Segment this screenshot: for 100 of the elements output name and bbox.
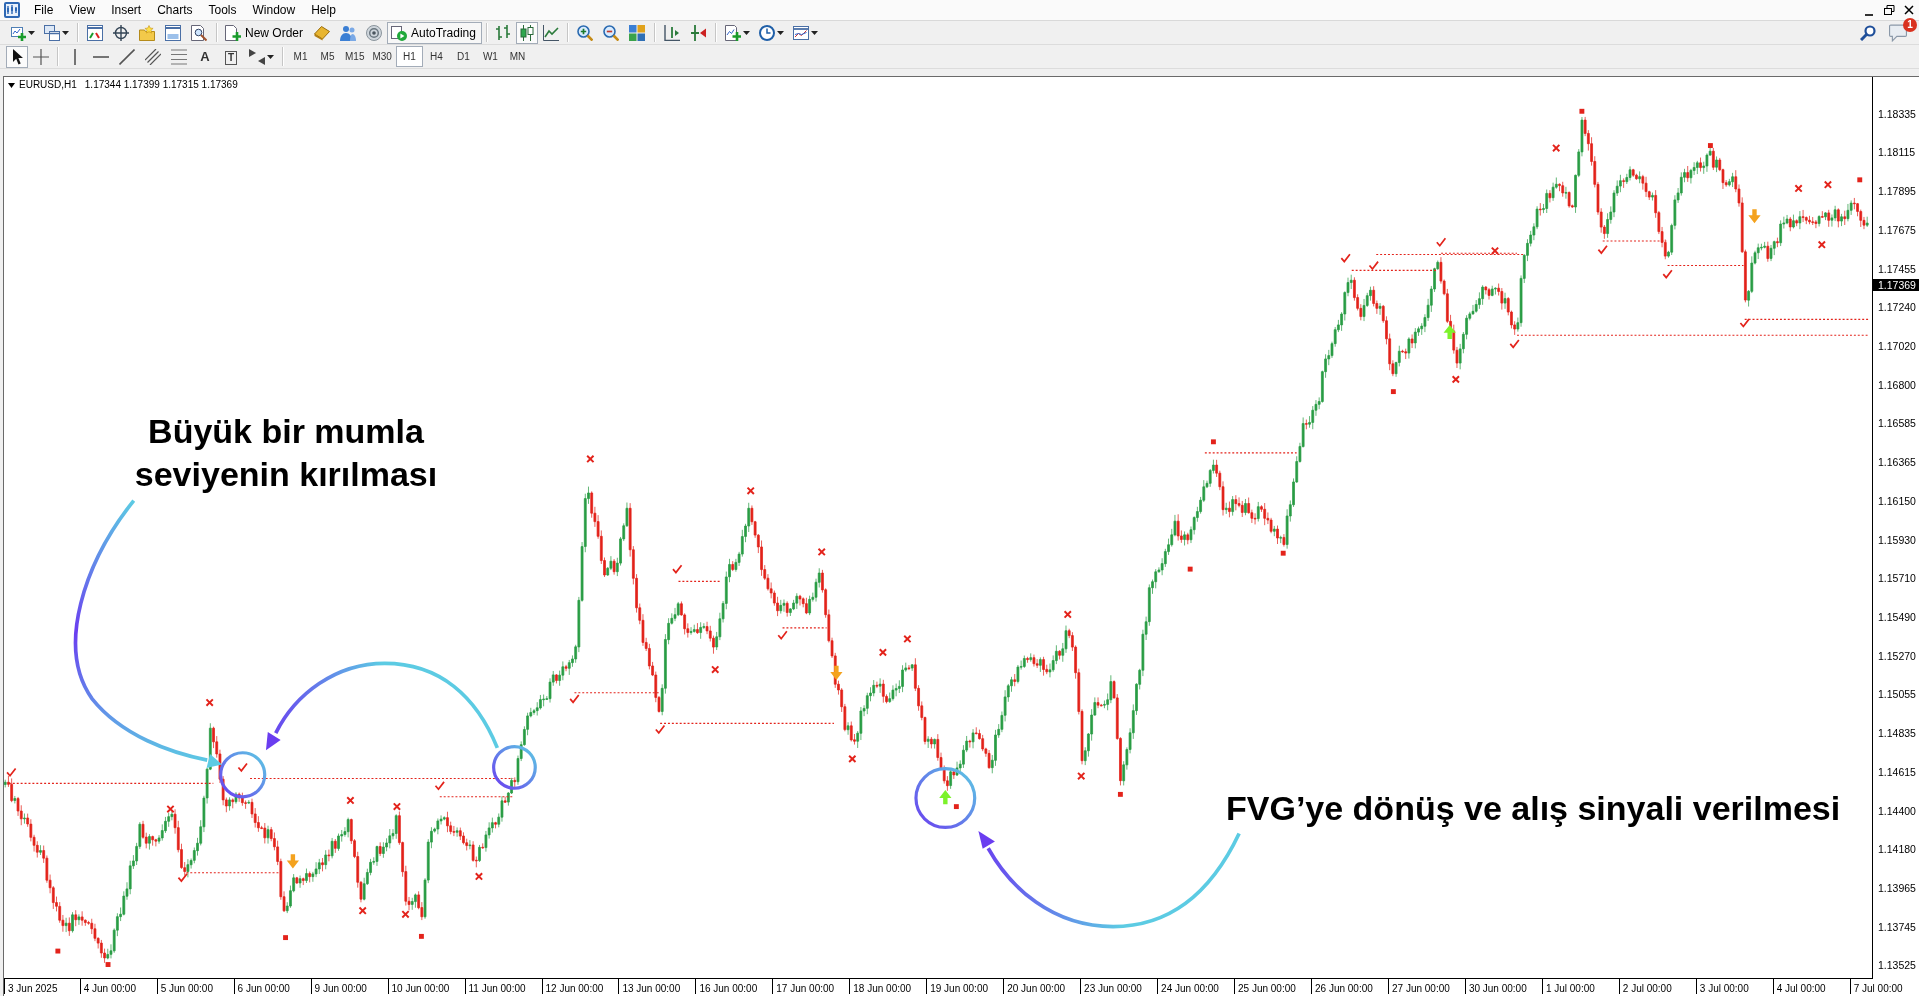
- search-icon[interactable]: [1860, 24, 1876, 41]
- auto-trading-button[interactable]: AutoTrading: [387, 21, 482, 44]
- ohlc-prices: 1.17344 1.17399 1.17315 1.17369: [84, 79, 238, 91]
- square-mark-icon: [1117, 791, 1123, 797]
- price-label: 1.16150: [1878, 494, 1916, 507]
- target-icon[interactable]: [113, 24, 129, 41]
- chart-window-icon[interactable]: [792, 24, 809, 41]
- price-label: 1.16585: [1878, 417, 1916, 430]
- app-icon[interactable]: [4, 2, 20, 18]
- menu-item[interactable]: Tools: [200, 0, 245, 20]
- menu-item[interactable]: File: [26, 0, 62, 20]
- highlight-circle: [219, 751, 267, 799]
- caret-icon[interactable]: [8, 82, 15, 88]
- window-stack-icon[interactable]: [44, 24, 60, 41]
- menu-item[interactable]: Window: [244, 0, 304, 20]
- caret-icon[interactable]: [742, 30, 750, 35]
- arrows-icon[interactable]: [249, 48, 265, 65]
- star-folder-icon[interactable]: [139, 24, 155, 41]
- timeframe-button[interactable]: M5: [314, 46, 341, 67]
- price-label: 1.15930: [1878, 533, 1916, 546]
- current-price-label: 1.17369: [1873, 278, 1919, 291]
- cross-mark-icon: [848, 754, 857, 764]
- cross-mark-icon: [1063, 610, 1072, 619]
- cross-mark-icon: [474, 872, 484, 881]
- caret-icon[interactable]: [776, 30, 784, 35]
- crosshair-icon: [33, 48, 49, 65]
- timeframe-button[interactable]: M1: [287, 46, 314, 67]
- new-order-button[interactable]: New Order: [221, 21, 309, 44]
- parallel-lines-icon[interactable]: [145, 48, 161, 65]
- caret-icon[interactable]: [62, 30, 69, 35]
- document-search-icon[interactable]: [191, 24, 207, 41]
- square-mark-icon: [1211, 439, 1216, 445]
- cross-mark-icon: [711, 665, 720, 674]
- pointer-tool-button[interactable]: [6, 45, 28, 68]
- price-label: 1.14180: [1878, 843, 1916, 856]
- time-label: 30 Jun 00:00: [1464, 979, 1527, 994]
- time-label: 19 Jun 00:00: [926, 979, 988, 994]
- check-mark-icon: [1662, 269, 1673, 279]
- label-tool-button[interactable]: T: [219, 46, 243, 67]
- caret-icon[interactable]: [267, 54, 274, 59]
- time-label: 1 Jul 00:00: [1541, 979, 1595, 994]
- line-chart-icon: [542, 24, 559, 41]
- caret-icon[interactable]: [28, 30, 35, 35]
- menu-item[interactable]: Help: [303, 0, 344, 20]
- timeframe-button[interactable]: M30: [368, 46, 396, 67]
- timeframe-button[interactable]: H1: [395, 46, 423, 67]
- cross-triangle-icon[interactable]: [689, 24, 706, 41]
- horizontal-lines-icon[interactable]: [171, 48, 187, 65]
- check-mark-icon: [1368, 260, 1379, 271]
- cross-mark-icon: [1490, 246, 1500, 255]
- price-label: 1.18115: [1878, 146, 1916, 159]
- timeframe-button[interactable]: M15: [341, 46, 369, 67]
- square-mark-icon: [55, 948, 61, 954]
- menu-item[interactable]: Charts: [149, 0, 201, 20]
- check-mark-icon: [1340, 253, 1351, 263]
- book-icon[interactable]: [314, 24, 330, 41]
- timeframe-button[interactable]: W1: [476, 46, 504, 67]
- grid-icon[interactable]: [628, 24, 645, 41]
- square-mark-icon: [283, 935, 288, 941]
- concentric-circles-icon[interactable]: [366, 24, 382, 41]
- close-icon[interactable]: [1902, 3, 1916, 17]
- text-tool-button[interactable]: A: [193, 46, 217, 67]
- time-label: 26 Jun 00:00: [1311, 979, 1373, 994]
- caret-icon[interactable]: [810, 30, 818, 35]
- time-label: 25 Jun 00:00: [1234, 979, 1296, 994]
- trend-line-icon[interactable]: [119, 48, 135, 65]
- time-label: 18 Jun 00:00: [849, 979, 912, 994]
- chart-type-button[interactable]: [515, 21, 538, 44]
- restore-icon[interactable]: [1882, 3, 1896, 17]
- document-plus-icon: [225, 24, 241, 41]
- window-icon[interactable]: [87, 24, 103, 41]
- chart-add-icon[interactable]: [10, 24, 26, 41]
- time-label: 9 Jun 00:00: [310, 979, 367, 994]
- menu-item[interactable]: Insert: [103, 0, 150, 20]
- square-mark-icon: [1280, 550, 1286, 556]
- clock-icon[interactable]: [758, 24, 775, 41]
- check-mark-icon: [237, 762, 248, 773]
- price-label: 1.14835: [1878, 727, 1916, 740]
- price-label: 1.17020: [1878, 340, 1916, 353]
- panel-window-icon[interactable]: [165, 24, 181, 41]
- zoom-in-icon[interactable]: [576, 24, 593, 41]
- user-group-icon[interactable]: [340, 24, 356, 41]
- time-label: 16 Jun 00:00: [695, 979, 758, 994]
- zoom-out-icon[interactable]: [602, 24, 619, 41]
- menu-item[interactable]: View: [61, 0, 104, 20]
- timeframe-button[interactable]: MN: [503, 46, 531, 67]
- time-label: 24 Jun 00:00: [1157, 979, 1219, 994]
- square-mark-icon: [419, 933, 424, 939]
- chart-document-plus-icon[interactable]: [724, 24, 741, 41]
- chat-icon[interactable]: [1889, 23, 1907, 42]
- timeframe-button[interactable]: D1: [449, 46, 477, 67]
- annotation-text: FVG’ye dönüş ve alış sinyali verilmesi: [1226, 788, 1841, 829]
- timeframe-button[interactable]: H4: [422, 46, 450, 67]
- cross-mark-icon: [1552, 143, 1561, 153]
- cross-mark-icon: [205, 698, 214, 707]
- price-label: 1.15270: [1878, 649, 1916, 662]
- price-label: 1.15710: [1878, 572, 1916, 585]
- cross-mark-icon: [1817, 240, 1826, 249]
- time-label: 11 Jun 00:00: [464, 979, 526, 994]
- chart-shift-icon[interactable]: [663, 24, 680, 41]
